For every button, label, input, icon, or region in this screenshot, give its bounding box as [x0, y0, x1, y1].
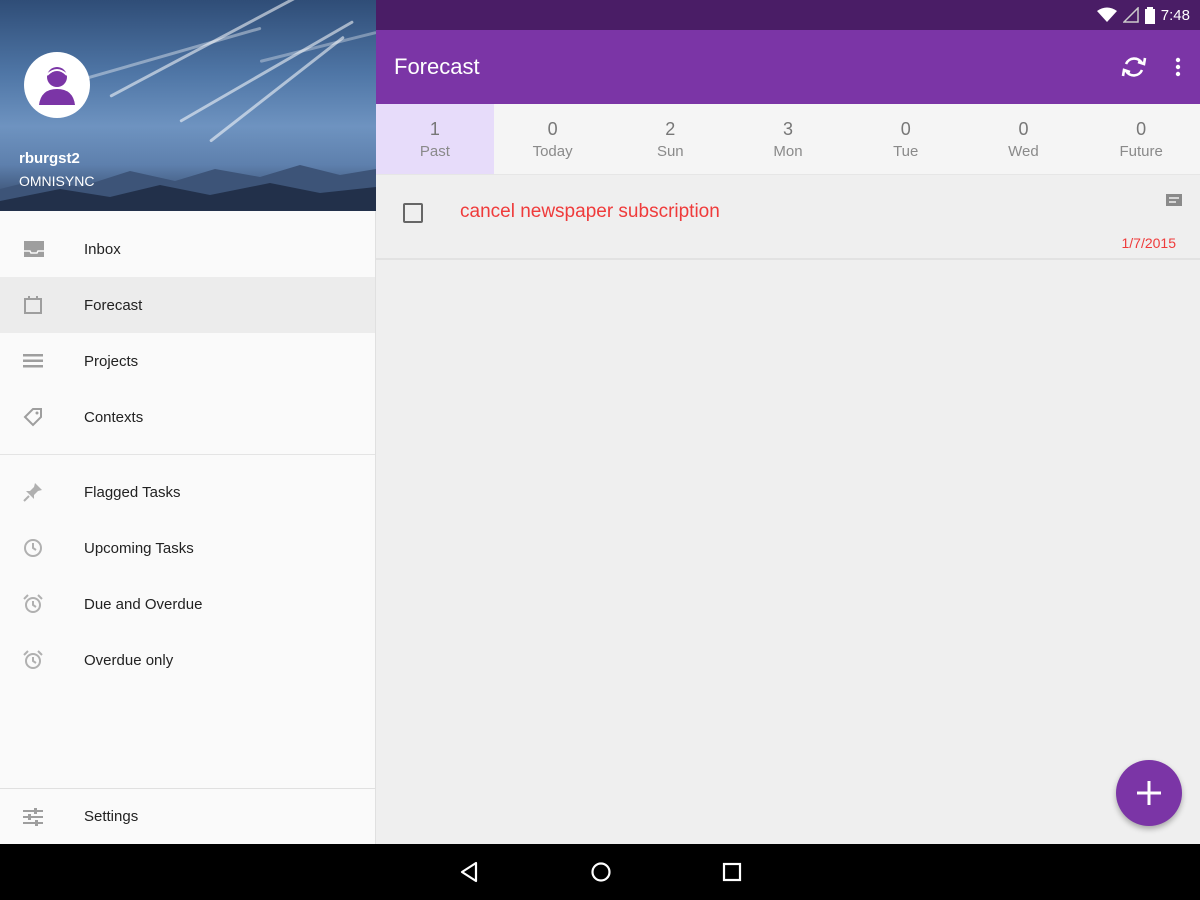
drawer-header: rburgst2 OMNISYNC [0, 0, 376, 211]
plus-icon [1137, 781, 1161, 805]
status-bar: 7:48 [376, 0, 1200, 30]
drawer-item-inbox[interactable]: Inbox [0, 221, 375, 277]
drawer-primary-list: Inbox Forecast Projects Contexts [0, 221, 375, 445]
tab-count: 0 [900, 118, 911, 139]
tab-label: Future [1119, 142, 1163, 160]
tab-sun[interactable]: 2 Sun [611, 104, 729, 174]
page-title: Forecast [394, 54, 480, 79]
tab-past[interactable]: 1 Past [376, 104, 494, 174]
settings-label: Settings [84, 808, 139, 825]
tab-mon[interactable]: 3 Mon [729, 104, 847, 174]
task-due-date: 1/7/2015 [1121, 235, 1177, 251]
tab-label: Today [532, 142, 573, 160]
drawer-item-label: Forecast [84, 296, 143, 314]
tab-label: Mon [773, 142, 803, 160]
list-icon [23, 354, 43, 368]
pin-icon [23, 483, 42, 502]
tab-label: Tue [893, 142, 919, 160]
back-icon [460, 861, 478, 883]
drawer-item-label: Due and Overdue [84, 595, 203, 613]
drawer-item-projects[interactable]: Projects [0, 333, 375, 389]
tab-count: 2 [665, 118, 676, 139]
tab-count: 0 [547, 118, 558, 139]
battery-icon [1144, 6, 1155, 24]
drawer-item-contexts[interactable]: Contexts [0, 389, 375, 445]
home-icon [591, 862, 611, 882]
tab-wed[interactable]: 0 Wed [965, 104, 1083, 174]
tab-label: Wed [1008, 142, 1039, 160]
person-icon [39, 67, 75, 105]
drawer-item-forecast[interactable]: Forecast [0, 277, 375, 333]
inbox-icon [24, 241, 44, 257]
overflow-menu-button[interactable] [1156, 45, 1200, 89]
status-time: 7:48 [1160, 6, 1190, 24]
drawer-item-label: Upcoming Tasks [84, 539, 194, 557]
sync-icon [1121, 57, 1147, 77]
signal-icon [1122, 7, 1139, 23]
tab-count: 0 [1018, 118, 1029, 139]
drawer-item-flagged-tasks[interactable]: Flagged Tasks [0, 464, 375, 520]
tab-label: Sun [656, 142, 684, 160]
tab-tue[interactable]: 0 Tue [847, 104, 965, 174]
home-button[interactable] [590, 861, 612, 883]
tab-future[interactable]: 0 Future [1082, 104, 1200, 174]
tab-count: 0 [1136, 118, 1147, 139]
drawer-item-settings[interactable]: Settings [0, 788, 376, 844]
alarm-icon [23, 650, 43, 669]
tab-count: 1 [429, 118, 440, 139]
drawer-divider [0, 454, 375, 455]
task-row[interactable]: cancel newspaper subscription 1/7/2015 [376, 175, 1200, 260]
back-button[interactable] [458, 861, 480, 883]
tab-today[interactable]: 0 Today [494, 104, 612, 174]
drawer-item-label: Inbox [84, 240, 121, 258]
account-server: OMNISYNC [19, 173, 95, 189]
sync-button[interactable] [1112, 45, 1156, 89]
drawer-item-overdue-only[interactable]: Overdue only [0, 632, 375, 688]
drawer-item-due-and-overdue[interactable]: Due and Overdue [0, 576, 375, 632]
alarm-icon [23, 594, 43, 613]
tab-count: 3 [783, 118, 794, 139]
system-navigation-bar [0, 844, 1200, 900]
tab-label: Past [419, 142, 450, 160]
drawer-item-label: Projects [84, 352, 139, 370]
drawer-secondary-list: Flagged Tasks Upcoming Tasks Due and Ove… [0, 464, 375, 688]
note-icon [1166, 194, 1182, 206]
avatar[interactable] [24, 52, 90, 118]
drawer-item-label: Overdue only [84, 651, 174, 669]
account-name: rburgst2 [19, 150, 80, 167]
tag-icon [23, 408, 42, 427]
drawer-item-label: Flagged Tasks [84, 483, 181, 501]
more-vert-icon [1175, 57, 1181, 77]
clock-icon [24, 539, 42, 557]
task-checkbox[interactable] [403, 203, 423, 223]
recents-button[interactable] [722, 862, 742, 882]
forecast-tabs: 1 Past 0 Today 2 Sun 3 Mon 0 Tue 0 Wed 0… [376, 104, 1200, 175]
drawer-item-upcoming-tasks[interactable]: Upcoming Tasks [0, 520, 375, 576]
main-content: Forecast 1 Past 0 Today 2 Sun 3 Mon 0 Tu… [376, 30, 1200, 844]
calendar-icon [24, 296, 42, 314]
wifi-icon [1096, 7, 1117, 22]
navigation-drawer: rburgst2 OMNISYNC Inbox Forecast Project… [0, 0, 376, 844]
recents-icon [722, 862, 742, 882]
sliders-icon [23, 807, 43, 826]
task-title: cancel newspaper subscription [460, 201, 720, 222]
toolbar: Forecast [376, 30, 1200, 104]
drawer-item-label: Contexts [84, 408, 144, 426]
add-task-button[interactable] [1116, 760, 1182, 826]
